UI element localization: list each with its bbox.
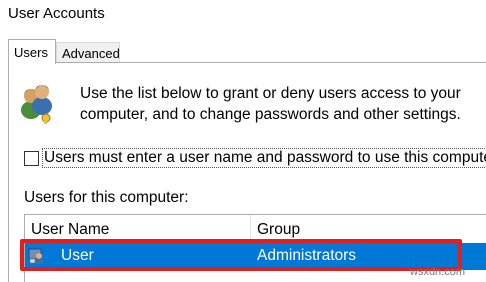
intro-text: Use the list below to grant or deny user…	[80, 85, 461, 123]
user-name-cell: User	[61, 247, 94, 264]
title-bar: User Accounts	[0, 0, 486, 34]
require-login-label[interactable]: Users must enter a user name and passwor…	[42, 148, 486, 168]
tab-advanced[interactable]: Advanced	[56, 42, 120, 64]
tab-users-label: Users	[14, 45, 48, 60]
tab-advanced-label: Advanced	[62, 46, 120, 61]
window-title: User Accounts	[8, 5, 105, 22]
column-header-user-name[interactable]: User Name	[25, 215, 251, 243]
users-list-label: Users for this computer:	[24, 189, 189, 206]
tab-strip: Users Advanced	[0, 34, 486, 64]
tab-users[interactable]: Users	[8, 39, 56, 64]
column-header-group[interactable]: Group	[251, 215, 486, 243]
group-cell: Administrators	[257, 247, 357, 264]
require-login-option[interactable]: Users must enter a user name and passwor…	[24, 148, 486, 170]
users-icon	[21, 85, 52, 124]
watermark: wsxdn.com	[410, 266, 466, 278]
user-account-icon	[28, 248, 43, 264]
require-login-checkbox[interactable]	[24, 151, 39, 166]
